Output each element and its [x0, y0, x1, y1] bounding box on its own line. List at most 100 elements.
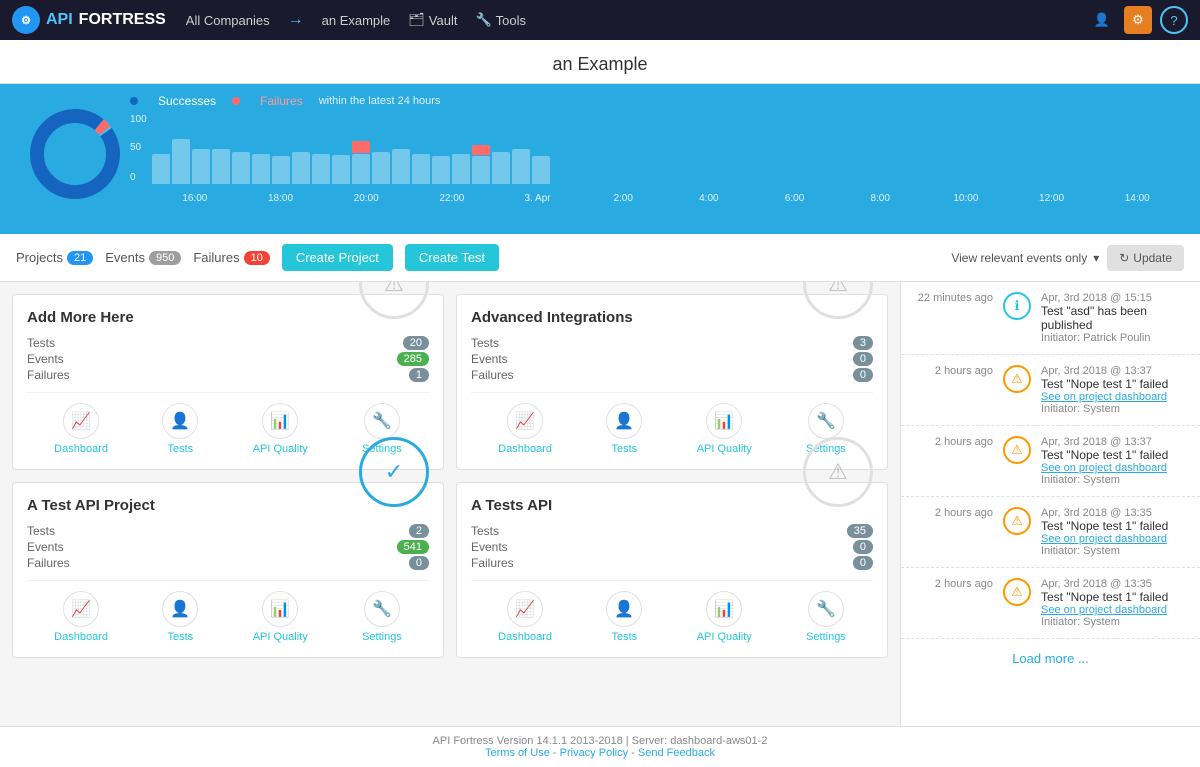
card-stat-tests-2: Tests 2 [27, 524, 429, 538]
settings-icon-1: 🔧 [808, 403, 844, 439]
event-time-2: 2 hours ago [913, 436, 993, 486]
settings-icon-3: 🔧 [808, 591, 844, 627]
event-date-3: Apr, 3rd 2018 @ 13:35 [1041, 507, 1188, 519]
nav-all-companies[interactable]: All Companies [186, 13, 270, 28]
card-action-settings-3[interactable]: 🔧 Settings [806, 591, 846, 643]
card-action-quality-0[interactable]: 📊 API Quality [253, 403, 308, 455]
card-stats-1: Tests 3 Events 0 Failures 0 [471, 336, 873, 382]
bar-chart-container: 100 50 0 [130, 114, 1180, 204]
bar-16 [452, 154, 470, 184]
card-action-dashboard-0[interactable]: 📈 Dashboard [54, 403, 108, 455]
event-title-4: Test "Nope test 1" failed [1041, 590, 1188, 604]
event-initiator-2: Initiator: System [1041, 474, 1188, 486]
bar-10 [332, 155, 350, 184]
card-action-tests-2[interactable]: 👤 Tests [162, 591, 198, 643]
card-action-quality-1[interactable]: 📊 API Quality [697, 403, 752, 455]
event-body-2: Apr, 3rd 2018 @ 13:37 Test "Nope test 1"… [1041, 436, 1188, 486]
tests-icon-2: 👤 [162, 591, 198, 627]
bar-chart [152, 114, 1180, 204]
card-stat-failures-2: Failures 0 [27, 556, 429, 570]
card-action-tests-1[interactable]: 👤 Tests [606, 403, 642, 455]
event-body-3: Apr, 3rd 2018 @ 13:35 Test "Nope test 1"… [1041, 507, 1188, 557]
event-date-4: Apr, 3rd 2018 @ 13:35 [1041, 578, 1188, 590]
event-date-2: Apr, 3rd 2018 @ 13:37 [1041, 436, 1188, 448]
card-actions-2: 📈 Dashboard 👤 Tests 📊 API Quality 🔧 Sett… [27, 580, 429, 643]
event-link-4[interactable]: See on project dashboard [1041, 604, 1188, 616]
card-stat-events-2: Events 541 [27, 540, 429, 554]
card-icon-area-1: ⚠ [803, 282, 873, 319]
card-action-tests-0[interactable]: 👤 Tests [162, 403, 198, 455]
event-time-1: 2 hours ago [913, 365, 993, 415]
footer-privacy[interactable]: Privacy Policy [560, 747, 628, 759]
projects-grid: ⚠ Add More Here Tests 20 Events 285 Fail… [0, 282, 900, 726]
events-badge: 950 [149, 251, 181, 265]
bar-label-8: 6:00 [752, 193, 838, 204]
event-item-3: 2 hours ago ⚠ Apr, 3rd 2018 @ 13:35 Test… [901, 497, 1200, 568]
card-action-settings-2[interactable]: 🔧 Settings [362, 591, 402, 643]
bar-fail-1 [352, 141, 370, 153]
quality-icon-3: 📊 [706, 591, 742, 627]
legend-success-label: Successes [158, 94, 216, 108]
event-link-3[interactable]: See on project dashboard [1041, 533, 1188, 545]
nav-vault[interactable]: 🗂 Vault [408, 12, 457, 28]
bar-labels: 16:00 18:00 20:00 22:00 3. Apr 2:00 4:00… [152, 193, 1180, 204]
dashboard-icon-0: 📈 [63, 403, 99, 439]
create-project-btn[interactable]: Create Project [282, 244, 393, 271]
card-action-label-quality-0: API Quality [253, 443, 308, 455]
card-action-tests-3[interactable]: 👤 Tests [606, 591, 642, 643]
legend-failure-label: Failures [260, 94, 303, 108]
help-icon-btn[interactable]: ? [1160, 6, 1188, 34]
event-item-1: 2 hours ago ⚠ Apr, 3rd 2018 @ 13:37 Test… [901, 355, 1200, 426]
card-stats-3: Tests 35 Events 0 Failures 0 [471, 524, 873, 570]
card-action-quality-3[interactable]: 📊 API Quality [697, 591, 752, 643]
event-icon-circle-0: ℹ [1003, 292, 1031, 320]
bar-label-7: 4:00 [666, 193, 752, 204]
main-content: ⚠ Add More Here Tests 20 Events 285 Fail… [0, 282, 1200, 726]
bar-label-10: 10:00 [923, 193, 1009, 204]
bar-11 [352, 154, 370, 184]
topnav-links: All Companies → an Example 🗂 Vault 🔧 Too… [186, 11, 1088, 29]
footer-terms[interactable]: Terms of Use [485, 747, 550, 759]
project-card-a-test-api-project: ✓ A Test API Project Tests 2 Events 541 … [12, 482, 444, 658]
bar-label-2: 18:00 [238, 193, 324, 204]
event-time-0: 22 minutes ago [913, 292, 993, 344]
events-stat: Events 950 [105, 250, 181, 265]
card-actions-3: 📈 Dashboard 👤 Tests 📊 API Quality 🔧 Sett… [471, 580, 873, 643]
card-stat-failures-0: Failures 1 [27, 368, 429, 382]
view-select[interactable]: View relevant events only ▾ [951, 251, 1099, 265]
load-more-btn[interactable]: Load more ... [901, 639, 1200, 678]
create-test-btn[interactable]: Create Test [405, 244, 499, 271]
event-title-3: Test "Nope test 1" failed [1041, 519, 1188, 533]
card-action-quality-2[interactable]: 📊 API Quality [253, 591, 308, 643]
topnav-right: 👤 ⚙ ? [1088, 6, 1188, 34]
event-link-1[interactable]: See on project dashboard [1041, 391, 1188, 403]
event-title-0: Test "asd" has been published [1041, 304, 1188, 332]
nav-tools[interactable]: 🔧 Tools [475, 12, 526, 28]
event-icon-1: ⚠ [1003, 365, 1031, 393]
bar-label-1: 16:00 [152, 193, 238, 204]
card-icon-area-2: ✓ [359, 437, 429, 507]
bar-label-4: 22:00 [409, 193, 495, 204]
event-initiator-4: Initiator: System [1041, 616, 1188, 628]
nav-current-company[interactable]: an Example [322, 13, 391, 28]
footer-feedback[interactable]: Send Feedback [638, 747, 715, 759]
failures-label: Failures [193, 250, 239, 265]
event-link-2[interactable]: See on project dashboard [1041, 462, 1188, 474]
card-action-dashboard-3[interactable]: 📈 Dashboard [498, 591, 552, 643]
bar-12 [372, 152, 390, 184]
settings-icon-btn[interactable]: ⚙ [1124, 6, 1152, 34]
card-action-dashboard-1[interactable]: 📈 Dashboard [498, 403, 552, 455]
event-initiator-0: Initiator: Patrick Poulin [1041, 332, 1188, 344]
logo-fortress: FORTRESS [79, 11, 166, 29]
page-title: an Example [552, 54, 647, 74]
card-stat-events-0: Events 285 [27, 352, 429, 366]
card-icon-alert-3: ⚠ [803, 437, 873, 507]
chart-main: Successes Failures within the latest 24 … [130, 94, 1180, 204]
card-stat-tests-3: Tests 35 [471, 524, 873, 538]
card-action-dashboard-2[interactable]: 📈 Dashboard [54, 591, 108, 643]
footer: API Fortress Version 14.1.1 2013-2018 | … [0, 726, 1200, 767]
dashboard-icon-1: 📈 [507, 403, 543, 439]
user-icon-btn[interactable]: 👤 [1088, 6, 1116, 34]
tests-icon-1: 👤 [606, 403, 642, 439]
update-btn[interactable]: ↻ Update [1107, 245, 1184, 271]
